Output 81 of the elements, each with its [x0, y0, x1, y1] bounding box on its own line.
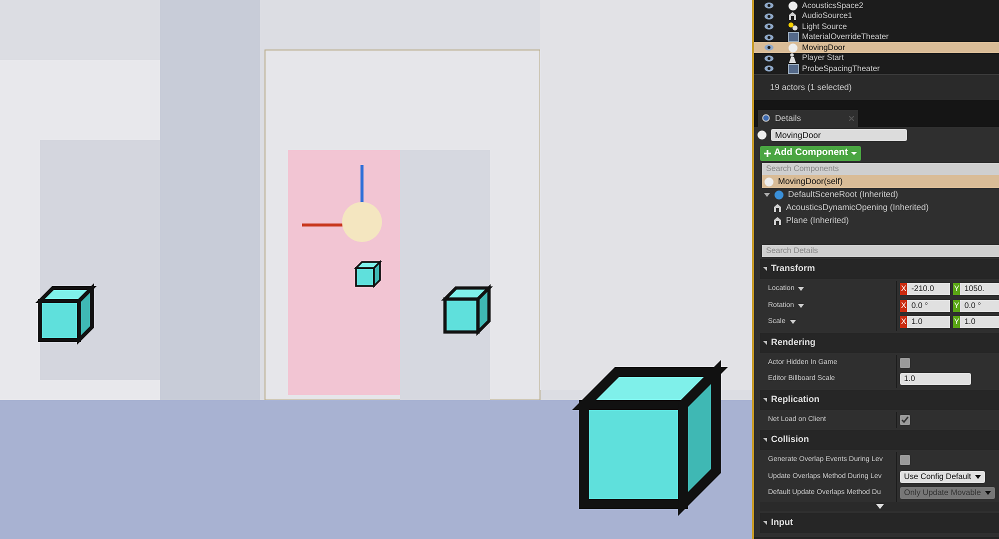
axis-label: X: [900, 300, 908, 312]
axis-label: Y: [953, 300, 960, 312]
checkmark-icon: [901, 416, 909, 424]
expand-arrow-icon[interactable]: [763, 398, 767, 402]
caret-icon: [975, 474, 982, 479]
light-icon: [788, 22, 799, 32]
outliner-row[interactable]: Light Source: [754, 21, 999, 32]
eye-icon[interactable]: [764, 12, 774, 20]
eye-icon[interactable]: [764, 44, 774, 51]
dropdown[interactable]: Use Config Default: [900, 470, 986, 483]
component-label: DefaultSceneRoot (Inherited): [788, 188, 898, 201]
number-field[interactable]: -210.0: [907, 283, 950, 296]
caret-icon: [984, 491, 991, 496]
axis-label: Y: [953, 283, 960, 296]
actor-label: AudioSource1: [802, 11, 852, 21]
caret-icon[interactable]: [798, 287, 804, 292]
component-row[interactable]: Plane (Inherited): [762, 214, 999, 227]
eye-icon[interactable]: [764, 54, 774, 62]
eye-icon[interactable]: [764, 65, 774, 72]
number-field[interactable]: 0.0 °: [960, 300, 999, 312]
search-components-field[interactable]: Search Components: [762, 163, 999, 175]
section-header[interactable]: Transform: [760, 259, 999, 279]
eye-icon[interactable]: [764, 23, 774, 30]
actor-label: Light Source: [802, 22, 847, 32]
actor-name-field[interactable]: MovingDoor: [771, 129, 907, 141]
sphere-icon: [788, 42, 798, 52]
component-label: AcousticsDynamicOpening (Inherited): [786, 201, 929, 214]
player-icon: [788, 53, 797, 63]
outliner-row[interactable]: MovingDoor: [754, 42, 999, 53]
component-row[interactable]: DefaultSceneRoot (Inherited): [762, 188, 999, 201]
checkbox[interactable]: [900, 358, 910, 368]
number-field[interactable]: 1.0: [960, 316, 999, 328]
details-tab[interactable]: Details: [758, 110, 858, 127]
number-field[interactable]: 1050.: [960, 283, 999, 296]
search-details-field[interactable]: Search Details: [762, 245, 999, 257]
sphere-icon: [757, 130, 767, 140]
number-field[interactable]: 1.0: [900, 373, 971, 386]
expand-arrow-icon[interactable]: [764, 192, 770, 196]
eye-icon[interactable]: [764, 2, 774, 9]
actor-count: 19 actors (1 selected): [770, 81, 852, 94]
show-advanced-icon[interactable]: [876, 504, 884, 508]
component-row[interactable]: MovingDoor(self): [762, 175, 999, 188]
axis-label: Y: [953, 316, 960, 328]
expand-arrow-icon[interactable]: [763, 520, 767, 524]
axis-label: X: [900, 316, 908, 328]
eye-icon[interactable]: [764, 34, 774, 40]
section-header[interactable]: Rendering: [760, 332, 999, 352]
checkbox[interactable]: [900, 414, 910, 425]
axis-label: X: [900, 283, 908, 296]
volume-icon: [788, 32, 799, 42]
caret-icon[interactable]: [798, 304, 804, 308]
section-header[interactable]: Input: [760, 512, 999, 532]
caret-icon[interactable]: [790, 320, 796, 324]
number-field[interactable]: 1.0: [907, 316, 950, 328]
section-header[interactable]: Replication: [760, 390, 999, 410]
dropdown: Only Update Movable: [900, 487, 995, 500]
component-row[interactable]: AcousticsDynamicOpening (Inherited): [762, 201, 999, 214]
actor-label: ProbeSpacingTheater: [802, 64, 880, 74]
section-header[interactable]: Collision: [760, 430, 999, 450]
expand-arrow-icon[interactable]: [763, 438, 767, 442]
plus-icon: [764, 150, 771, 156]
volume-icon: [788, 64, 799, 74]
outliner-row[interactable]: MaterialOverrideTheater: [754, 32, 999, 42]
scene-root-icon: [774, 190, 784, 200]
outliner-row[interactable]: Player Start: [754, 52, 999, 64]
actor-label: MaterialOverrideTheater: [802, 32, 889, 42]
actor-label: AcousticsSpace2: [802, 0, 864, 10]
outliner-row[interactable]: AcousticsSpace2: [754, 0, 999, 11]
expand-arrow-icon[interactable]: [763, 267, 767, 271]
sphere-icon: [764, 176, 774, 186]
expand-arrow-icon[interactable]: [763, 340, 767, 344]
actor-label: Player Start: [802, 53, 844, 63]
actor-label: MovingDoor: [802, 42, 846, 52]
number-field[interactable]: 0.0 °: [907, 300, 950, 312]
outliner-row[interactable]: AudioSource1: [754, 10, 999, 22]
checkbox[interactable]: [900, 455, 910, 466]
component-label: MovingDoor(self): [778, 175, 843, 188]
sphere-icon: [788, 0, 798, 10]
caret-icon: [850, 152, 857, 154]
outliner-row[interactable]: ProbeSpacingTheater: [754, 63, 999, 74]
component-label: Plane (Inherited): [786, 214, 849, 227]
